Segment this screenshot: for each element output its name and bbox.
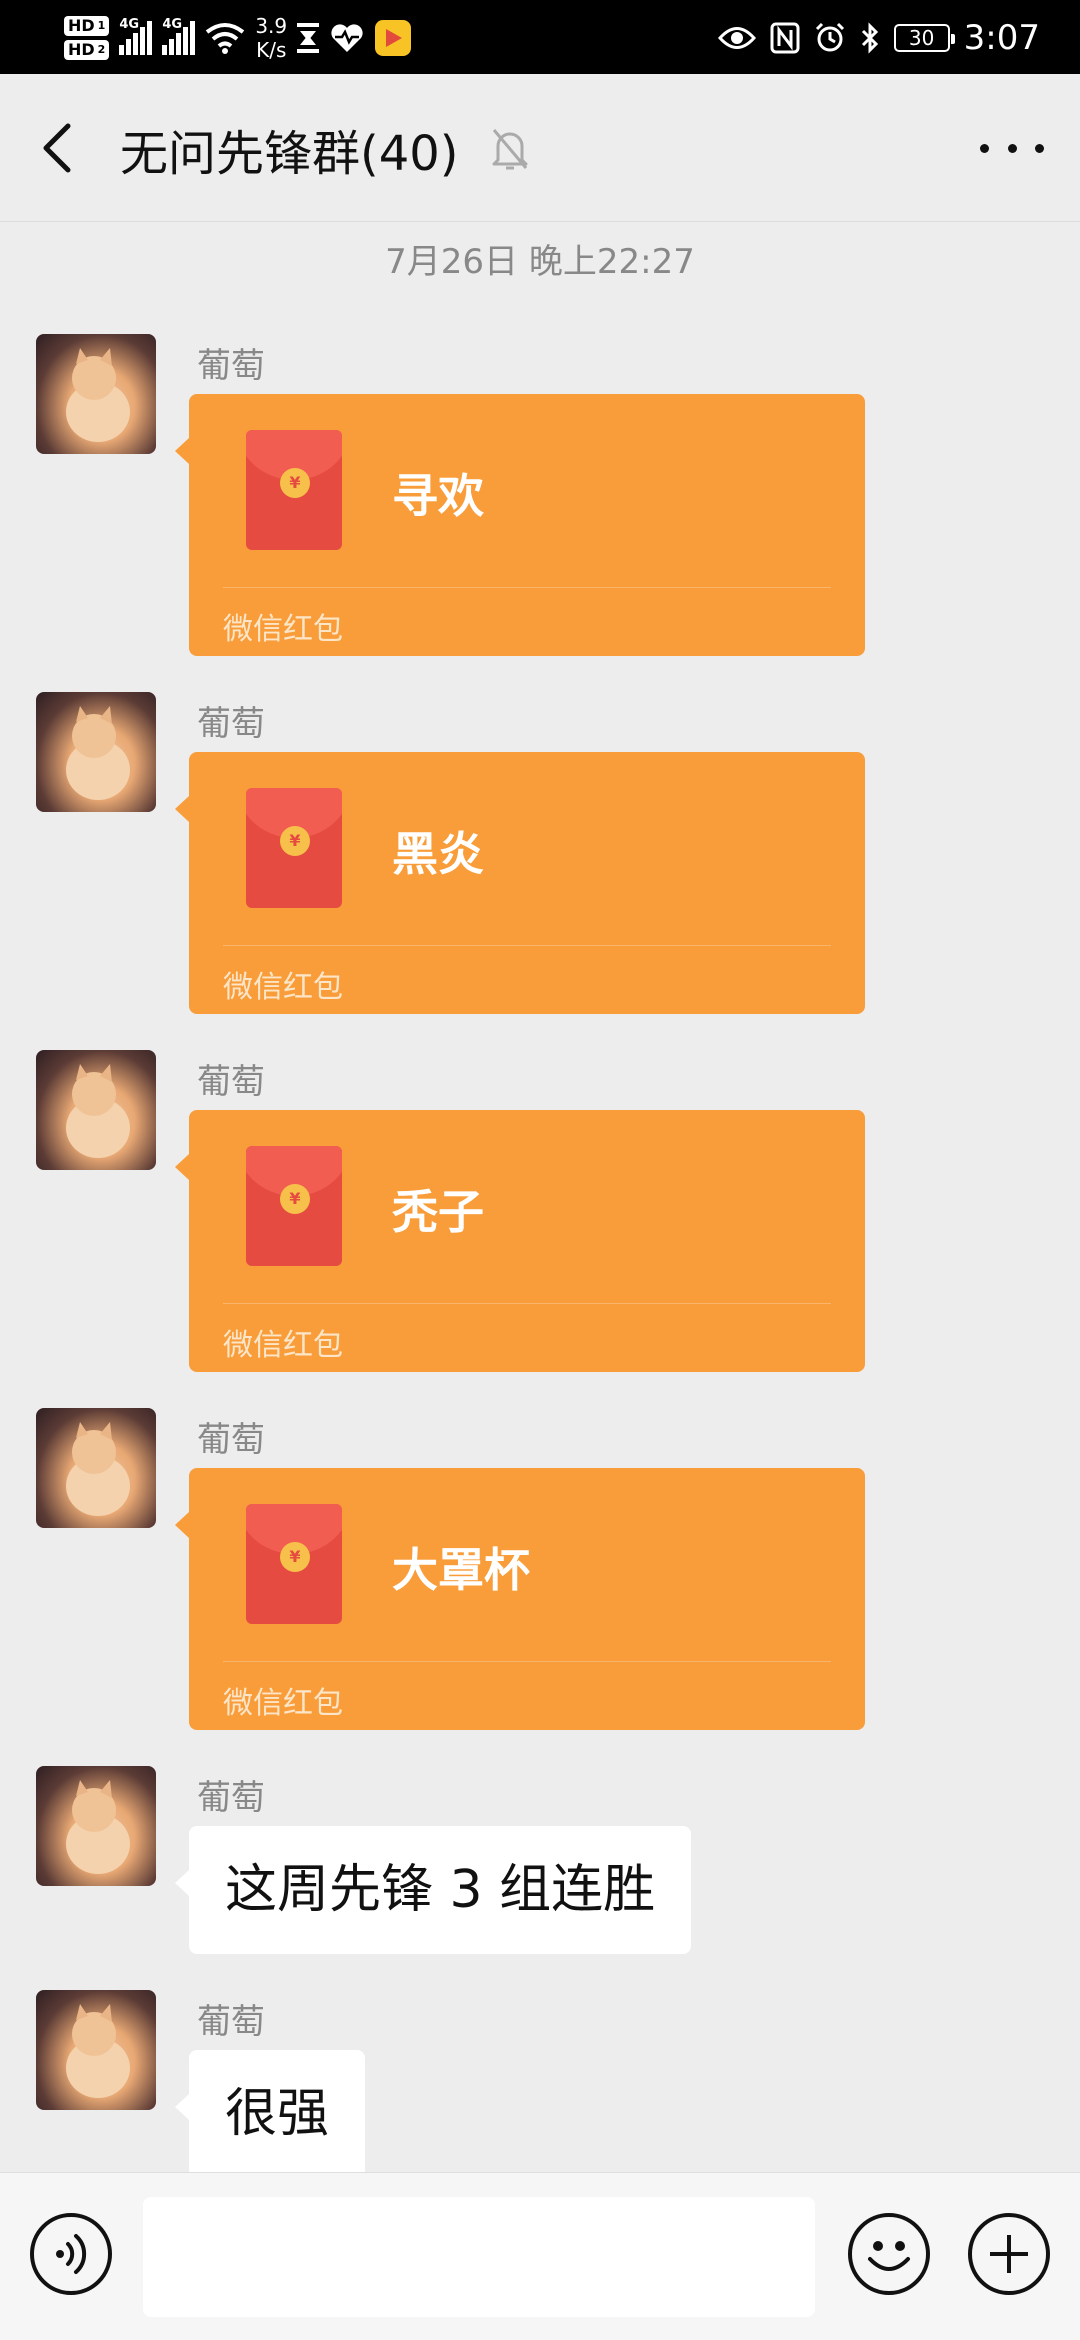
signal-2-icon: 4G <box>162 17 196 55</box>
more-dots-icon[interactable] <box>980 124 1044 172</box>
voice-icon[interactable] <box>30 2213 112 2295</box>
mute-bell-icon <box>492 129 528 170</box>
red-envelope-icon: ¥ <box>246 1146 342 1266</box>
message-item: 葡萄 很强 <box>36 1990 1036 2172</box>
signal-1-icon: 4G <box>119 17 153 55</box>
network-speed: 3.9 K/s <box>255 14 288 62</box>
bluetooth-icon <box>861 22 878 54</box>
avatar[interactable] <box>36 1050 156 1170</box>
message-item: 葡萄 ¥ 寻欢 微信红包 <box>36 334 1036 664</box>
avatar[interactable] <box>36 1766 156 1886</box>
plus-icon[interactable] <box>968 2213 1050 2295</box>
red-packet-label: 微信红包 <box>223 970 343 1005</box>
video-app-icon <box>375 20 412 56</box>
red-packet-label: 微信红包 <box>223 612 343 647</box>
alarm-icon <box>815 22 844 52</box>
divider <box>223 1661 831 1662</box>
red-envelope-icon: ¥ <box>246 788 342 908</box>
heart-pulse-icon <box>331 24 363 52</box>
text-message-bubble[interactable]: 这周先锋 3 组连胜 <box>174 1826 692 1954</box>
divider <box>223 945 831 946</box>
red-packet-card[interactable]: ¥ 大罩杯 微信红包 <box>175 1468 865 1730</box>
hd-2-badge: HD 2 <box>64 40 110 60</box>
message-item: 葡萄 这周先锋 3 组连胜 <box>36 1766 1036 1966</box>
red-packet-card[interactable]: ¥ 秃子 微信红包 <box>175 1110 865 1372</box>
red-packet-title: 寻欢 <box>392 469 484 523</box>
emoji-icon[interactable] <box>848 2213 930 2295</box>
divider <box>223 587 831 588</box>
divider <box>223 1303 831 1304</box>
hd-1-badge: HD 1 <box>64 16 110 36</box>
message-item: 葡萄 ¥ 大罩杯 微信红包 <box>36 1408 1036 1738</box>
avatar[interactable] <box>36 692 156 812</box>
text-message-bubble[interactable]: 很强 <box>174 2050 366 2172</box>
status-bar: HD 1 HD 2 4G 4G 3.9 K/s 30 3:07 <box>0 0 1080 74</box>
red-packet-title: 秃子 <box>392 1185 484 1239</box>
battery-icon: 30 <box>893 24 955 52</box>
input-bar <box>0 2172 1080 2340</box>
hourglass-icon <box>297 23 320 53</box>
chat-title: 无问先锋群(40) <box>120 126 459 182</box>
chat-header: 无问先锋群(40) <box>0 74 1080 222</box>
message-item: 葡萄 ¥ 黑炎 微信红包 <box>36 692 1036 1022</box>
back-arrow-icon[interactable] <box>30 118 90 178</box>
nfc-icon <box>770 22 800 54</box>
red-packet-label: 微信红包 <box>223 1686 343 1721</box>
message-item: 葡萄 ¥ 秃子 微信红包 <box>36 1050 1036 1380</box>
red-packet-label: 微信红包 <box>223 1328 343 1363</box>
sender-name: 葡萄 <box>197 2002 265 2042</box>
chat-timestamp: 7月26日 晚上22:27 <box>385 242 695 282</box>
sender-name: 葡萄 <box>197 1062 265 1102</box>
eye-icon <box>717 27 756 49</box>
status-time: 3:07 <box>963 18 1040 58</box>
avatar[interactable] <box>36 334 156 454</box>
sender-name: 葡萄 <box>197 1420 265 1460</box>
sender-name: 葡萄 <box>197 346 265 386</box>
sender-name: 葡萄 <box>197 704 265 744</box>
red-envelope-icon: ¥ <box>246 1504 342 1624</box>
red-packet-title: 大罩杯 <box>392 1543 530 1597</box>
status-right: 30 3:07 <box>717 8 1040 68</box>
sender-name: 葡萄 <box>197 1778 265 1818</box>
red-packet-title: 黑炎 <box>392 827 484 881</box>
status-left: HD 1 HD 2 4G 4G 3.9 K/s <box>64 8 412 68</box>
red-packet-card[interactable]: ¥ 寻欢 微信红包 <box>175 394 865 656</box>
avatar[interactable] <box>36 1408 156 1528</box>
avatar[interactable] <box>36 1990 156 2110</box>
hd-indicators: HD 1 HD 2 <box>64 16 110 60</box>
wifi-icon <box>206 23 245 54</box>
red-envelope-icon: ¥ <box>246 430 342 550</box>
red-packet-card[interactable]: ¥ 黑炎 微信红包 <box>175 752 865 1014</box>
message-input[interactable] <box>143 2197 815 2317</box>
